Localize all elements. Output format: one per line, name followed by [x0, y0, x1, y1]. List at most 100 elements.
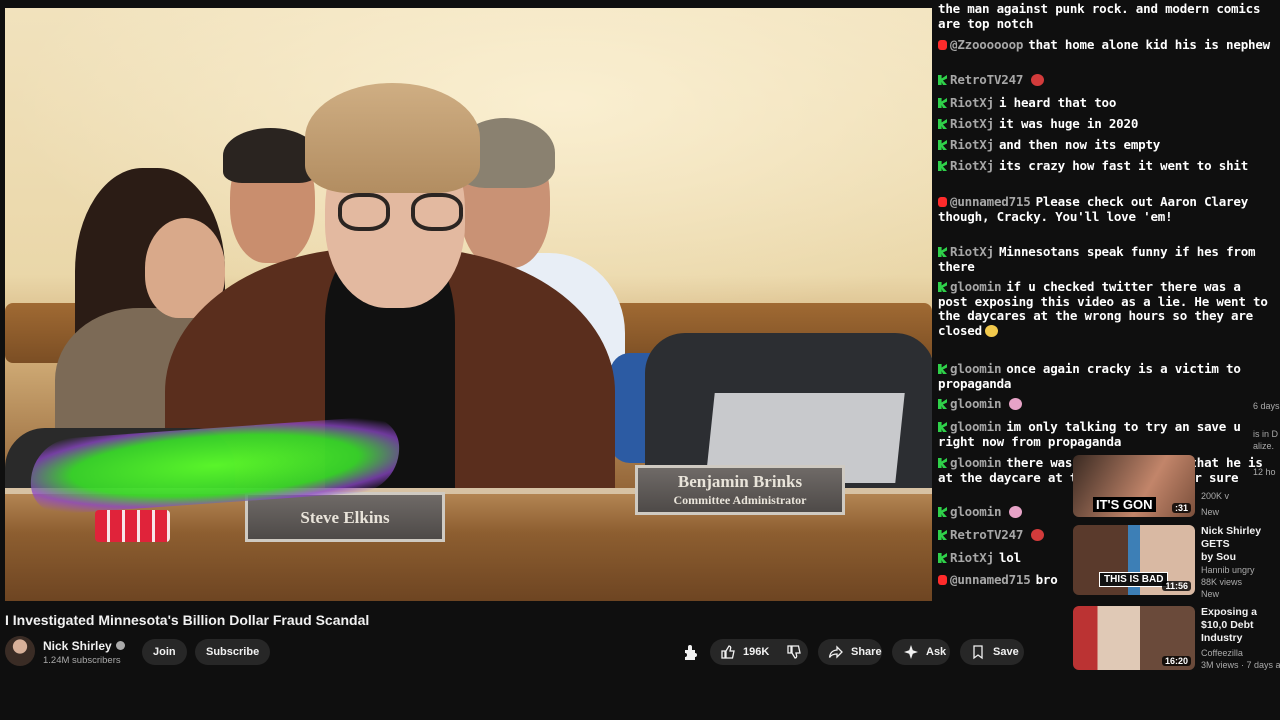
chat-username[interactable]: RiotXj	[950, 550, 994, 565]
chat-username[interactable]: @Zzoooooop	[950, 37, 1023, 52]
ask-label: Ask	[926, 646, 947, 658]
chat-username[interactable]: @unnamed715	[950, 572, 1031, 587]
video-main-person-hair	[305, 83, 480, 193]
share-label: Share	[851, 646, 882, 658]
chat-username[interactable]: RetroTV247	[950, 527, 1023, 542]
kick-badge-icon	[938, 364, 947, 374]
chat-text: that home alone kid his is nephew	[1028, 37, 1271, 52]
chat-message: gloomin im only talking to try an save u …	[938, 419, 1276, 449]
nameplate-right: Benjamin Brinks Committee Administrator	[635, 465, 845, 515]
chat-text: and then now its empty	[998, 137, 1161, 152]
video-duration: 16:20	[1161, 656, 1191, 666]
recommendation-title[interactable]: Nick Shirley GETS	[1201, 525, 1280, 551]
chat-username[interactable]: gloomin	[950, 279, 1001, 294]
kick-badge-icon	[938, 282, 947, 292]
recommendation-views: 88K views	[1201, 577, 1243, 587]
nameplate-right-role: Committee Administrator	[673, 493, 807, 507]
puzzle-icon[interactable]	[680, 641, 702, 663]
chat-username[interactable]: RiotXj	[950, 244, 994, 259]
like-count: 196K	[743, 646, 770, 658]
recommendation-thumbnail[interactable]: THIS IS BAD 11:56	[1073, 525, 1195, 595]
chat-emote-icon	[1009, 506, 1023, 518]
chat-username[interactable]: gloomin	[950, 396, 1001, 411]
video-duration: 11:56	[1162, 581, 1191, 591]
chat-username[interactable]: @unnamed715	[950, 194, 1031, 209]
chat-username[interactable]: RiotXj	[950, 137, 994, 152]
video-player[interactable]: Steve Elkins Benjamin Brinks Committee A…	[5, 8, 932, 601]
kick-badge-icon	[938, 530, 947, 540]
nameplate-right-name: Benjamin Brinks	[677, 472, 803, 491]
channel-name[interactable]: Nick Shirley	[43, 639, 125, 653]
share-arrow-icon	[828, 645, 843, 659]
ask-button[interactable]: Ask	[892, 639, 950, 665]
chat-message: RiotXj and then now its empty	[938, 137, 1276, 153]
verified-icon	[115, 641, 125, 650]
kick-badge-icon	[938, 507, 947, 517]
recommendation-line3: Hannib ungry	[1201, 565, 1255, 575]
chat-emote-icon	[984, 324, 998, 337]
thumb-label: THIS IS BAD	[1099, 572, 1169, 587]
recommendation-item[interactable]: 16:20 Exposing a $10,0 Debt Industry Cof…	[1073, 606, 1280, 698]
thumbs-up-icon	[721, 645, 735, 659]
bookmark-icon	[973, 645, 983, 660]
nameplate-left: Steve Elkins	[245, 492, 445, 542]
save-button[interactable]: Save	[960, 639, 1024, 665]
share-button[interactable]: Share	[818, 639, 882, 665]
chat-username[interactable]: RetroTV247	[950, 72, 1023, 87]
kick-badge-icon	[938, 399, 947, 409]
rec-age: 7 days a	[1246, 660, 1280, 670]
recommendation-channel: Coffeezilla	[1201, 648, 1243, 658]
recommendation-thumbnail[interactable]: 16:20	[1073, 606, 1195, 670]
side-partial-line4: 12 ho	[1253, 467, 1276, 477]
subscriber-count: 1.24M subscribers	[43, 655, 121, 666]
chat-username[interactable]: RiotXj	[950, 158, 994, 173]
kick-badge-icon	[938, 458, 947, 468]
video-cans-graphic	[95, 510, 170, 542]
chat-message: RiotXj Minnesotans speak funny if hes fro…	[938, 244, 1276, 274]
kick-badge-icon	[938, 98, 947, 108]
join-button[interactable]: Join	[142, 639, 187, 665]
side-partial-line1: 6 days	[1253, 401, 1280, 411]
thumbs-down-icon	[787, 645, 801, 659]
chat-text: it was huge in 2020	[998, 116, 1139, 131]
top-views: 200K v	[1201, 491, 1230, 501]
recommendation-side-partial[interactable]: 6 days is in D alize. 12 ho	[1253, 400, 1280, 510]
chat-username[interactable]: RiotXj	[950, 116, 994, 131]
kick-badge-icon	[938, 140, 947, 150]
chat-username[interactable]: gloomin	[950, 419, 1001, 434]
recommendation-item[interactable]: THIS IS BAD 11:56 Nick Shirley GETS by S…	[1073, 525, 1280, 617]
chat-username[interactable]: gloomin	[950, 504, 1001, 519]
recommendation-info: Nick Shirley GETS by Sou Hannib ungry 88…	[1201, 525, 1280, 600]
channel-name-text: Nick Shirley	[43, 639, 112, 653]
video-person-man-glasses-hair	[223, 128, 318, 183]
chat-message: @Zzoooooop that home alone kid his is nep…	[938, 37, 1276, 53]
chat-message: RiotXj its crazy how fast it went to shit	[938, 158, 1276, 174]
chat-text: bro	[1035, 572, 1058, 587]
kick-badge-icon	[938, 553, 947, 563]
chat-message: RiotXj i heard that too	[938, 95, 1276, 111]
chat-username[interactable]: gloomin	[950, 361, 1001, 376]
kick-badge-icon	[938, 75, 947, 85]
recommendation-thumbnail-top[interactable]: IT'S GON :31	[1073, 455, 1195, 517]
side-partial-line3: alize.	[1253, 441, 1275, 451]
top-badge: New	[1201, 507, 1220, 517]
chat-message: the man against punk rock. and modern co…	[938, 1, 1276, 31]
dislike-button[interactable]	[780, 639, 808, 665]
recommendation-views: 3M views · 7 days a	[1201, 660, 1280, 670]
chat-emote-icon	[1031, 529, 1045, 541]
youtube-badge-icon	[938, 40, 947, 50]
like-button[interactable]: 196K	[710, 644, 769, 660]
chat-username[interactable]: RiotXj	[950, 95, 994, 110]
avatar[interactable]	[5, 636, 35, 666]
chat-emote-icon	[1009, 398, 1023, 410]
side-partial-line2: is in D	[1253, 429, 1279, 439]
recommendation-title[interactable]: Exposing a $10,0 Debt Industry	[1201, 606, 1280, 645]
kick-badge-icon	[938, 422, 947, 432]
chat-username[interactable]: gloomin	[950, 455, 1001, 470]
save-label: Save	[993, 646, 1019, 658]
youtube-badge-icon	[938, 197, 947, 207]
subscribe-button[interactable]: Subscribe	[195, 639, 271, 665]
chat-message: gloomin once again cracky is a victim to …	[938, 361, 1276, 391]
kick-badge-icon	[938, 119, 947, 129]
video-actions: 196K Share Ask Save	[680, 639, 1060, 665]
